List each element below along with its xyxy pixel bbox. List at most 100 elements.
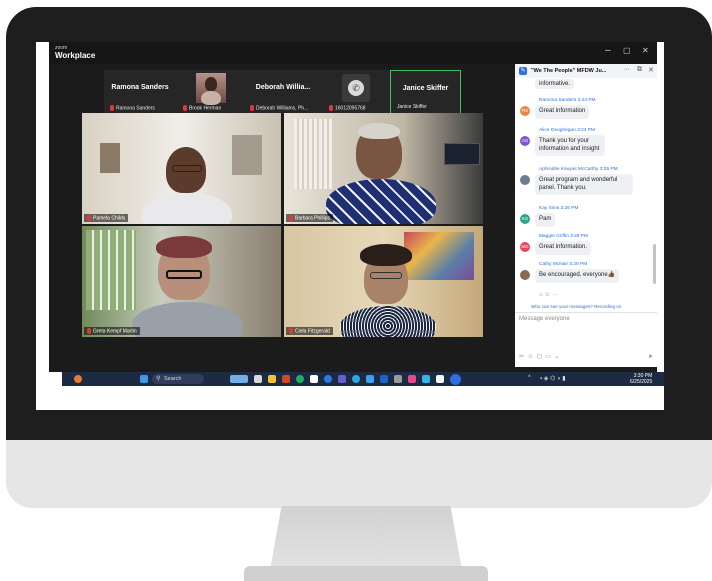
avatar: RS xyxy=(520,106,530,116)
video-tile-ciela[interactable]: Ciela Fitzgerald xyxy=(284,226,483,337)
file-icon[interactable]: ◻ xyxy=(537,354,542,360)
start-icon[interactable] xyxy=(140,375,148,383)
video-label: Pamela Childs xyxy=(93,215,126,221)
app-icon[interactable] xyxy=(310,375,318,383)
app-icon[interactable] xyxy=(352,375,360,383)
chat-icon: ✎ xyxy=(519,67,527,75)
edge-icon[interactable] xyxy=(324,375,332,383)
participant-name: Deborah Willia... xyxy=(255,84,311,91)
tray-expand-icon[interactable]: ^ xyxy=(528,375,531,381)
visibility-note[interactable]: Who can see your messages? Recording on xyxy=(531,304,621,309)
person-body xyxy=(142,193,232,224)
message-input[interactable]: Message everyone xyxy=(519,316,653,338)
mic-muted-icon xyxy=(289,327,293,334)
monitor-stand-neck xyxy=(270,506,462,570)
mic-muted-icon xyxy=(183,104,187,111)
photos-icon[interactable] xyxy=(408,375,416,383)
close-button[interactable]: ✕ xyxy=(642,46,649,56)
search-box[interactable]: ⚲ Search xyxy=(152,374,204,384)
person-hair xyxy=(358,123,400,139)
zoom-window: zoom Workplace – ▢ ✕ Ramona Sanders Ramo… xyxy=(49,42,664,386)
participant-label: Brook Herman xyxy=(189,105,222,111)
maximize-button[interactable]: ▢ xyxy=(623,46,631,56)
screenshot-icon[interactable]: ▭ xyxy=(545,354,551,360)
chat-title: "We The People" MFDW Ju... xyxy=(531,68,607,74)
chat-header: ✎ "We The People" MFDW Ju... ··· ⧉ ✕ xyxy=(515,64,657,78)
monitor-stand-foot xyxy=(244,566,488,581)
video-label: Barbara Phillips xyxy=(295,215,331,221)
mic-muted-icon xyxy=(329,104,333,111)
participant-label: Janice Skiffer xyxy=(397,104,427,110)
message-text: Great program and wonderful panel. Thank… xyxy=(535,174,633,195)
popout-button[interactable]: ⧉ xyxy=(637,66,642,74)
chat-toolbar: ✂ ☺ ◻ ▭ ⌄ ➤ xyxy=(519,353,653,360)
participant-name: Ramona Sanders xyxy=(111,84,169,91)
background-window xyxy=(86,230,136,310)
participant-tile-ramona[interactable]: Ramona Sanders Ramona Sanders xyxy=(104,70,176,114)
weather-icon[interactable] xyxy=(74,375,82,383)
store-icon[interactable] xyxy=(422,375,430,383)
chat-scrollbar[interactable] xyxy=(653,244,656,284)
participant-label: Deborah Williams, Ph... xyxy=(256,105,309,111)
outlook-icon[interactable] xyxy=(380,375,388,383)
participant-photo xyxy=(196,73,226,105)
participant-strip: Ramona Sanders Ramona Sanders Brook Herm… xyxy=(104,70,461,114)
app-icon[interactable] xyxy=(394,375,402,383)
search-icon: ⚲ xyxy=(156,376,161,382)
person-body xyxy=(340,306,436,337)
avatar: MG xyxy=(520,242,530,252)
widget-icon[interactable] xyxy=(230,375,248,383)
participant-tile-janice[interactable]: Janice Skiffer Janice Skiffer xyxy=(390,70,461,114)
notepad-icon[interactable] xyxy=(436,375,444,383)
person-hair xyxy=(156,236,212,258)
system-tray-icons[interactable]: ▪ ◈ ⌬ ◖ ▮ xyxy=(540,375,566,382)
window-blinds xyxy=(294,119,334,189)
participant-tile-deborah[interactable]: Deborah Willia... Deborah Williams, Ph..… xyxy=(244,70,322,114)
more-options-button[interactable]: ··· xyxy=(623,66,630,73)
file-explorer-icon[interactable] xyxy=(268,375,276,383)
message-text: Pam xyxy=(535,213,556,227)
clock[interactable]: 3:30 PM 6/25/2025 xyxy=(630,373,652,385)
participant-label: Ramona Sanders xyxy=(116,105,155,111)
person-body xyxy=(326,179,436,224)
monitor-chin xyxy=(6,440,712,508)
reaction-icons[interactable]: ⌂ ☺ ··· xyxy=(539,292,558,298)
zoom-icon[interactable] xyxy=(450,374,461,385)
phone-icon: ✆ xyxy=(348,80,364,96)
message-sender: Maggie Griffin 3:28 PM xyxy=(539,234,588,239)
participant-tile-phone[interactable]: ✆ 16012095768 xyxy=(323,70,389,114)
avatar: KS xyxy=(520,214,530,224)
send-icon[interactable]: ➤ xyxy=(648,353,653,360)
minimize-button[interactable]: – xyxy=(605,46,611,56)
avatar: AG xyxy=(520,136,530,146)
video-grid: Pamela Childs Barbara Phillips Greta Kem… xyxy=(82,113,483,338)
message-sender: Alice Geoghegan 3:24 PM xyxy=(539,128,596,133)
message-text: Great information. xyxy=(535,241,592,255)
video-tile-greta[interactable]: Greta Kempf Martin xyxy=(82,226,281,337)
video-tile-pamela[interactable]: Pamela Childs xyxy=(82,113,281,224)
monitor-screen: zoom Workplace – ▢ ✕ Ramona Sanders Ramo… xyxy=(36,42,664,410)
avatar xyxy=(520,270,530,280)
more-icon[interactable]: ⌄ xyxy=(554,354,559,360)
office-icon[interactable] xyxy=(282,375,290,383)
background-picture xyxy=(100,143,120,173)
task-view-icon[interactable] xyxy=(254,375,262,383)
windows-taskbar: ⚲ Search ^ ▪ ◈ ⌬ ◖ ▮ 3:30 PM 6/25/2025 xyxy=(62,372,664,386)
emoji-icon[interactable]: ☺ xyxy=(527,354,533,360)
participant-label: 16012095768 xyxy=(335,105,366,111)
teams-icon[interactable] xyxy=(338,375,346,383)
background-lamp xyxy=(232,135,262,175)
video-label: Ciela Fitzgerald xyxy=(295,328,330,334)
chrome-icon[interactable] xyxy=(296,375,304,383)
close-chat-button[interactable]: ✕ xyxy=(648,66,654,74)
message-text: Great information xyxy=(535,105,590,119)
mic-muted-icon xyxy=(289,214,293,221)
message-text: Be encouraged, everyone👍🏾 xyxy=(535,269,620,283)
message-text: Thank you for your information and insig… xyxy=(535,135,605,156)
glasses xyxy=(172,165,202,172)
mic-muted-icon xyxy=(87,214,91,221)
participant-tile-brook[interactable]: Brook Herman xyxy=(177,70,243,114)
format-icon[interactable]: ✂ xyxy=(519,354,524,360)
calendar-icon[interactable] xyxy=(366,375,374,383)
video-tile-barbara[interactable]: Barbara Phillips xyxy=(284,113,483,224)
